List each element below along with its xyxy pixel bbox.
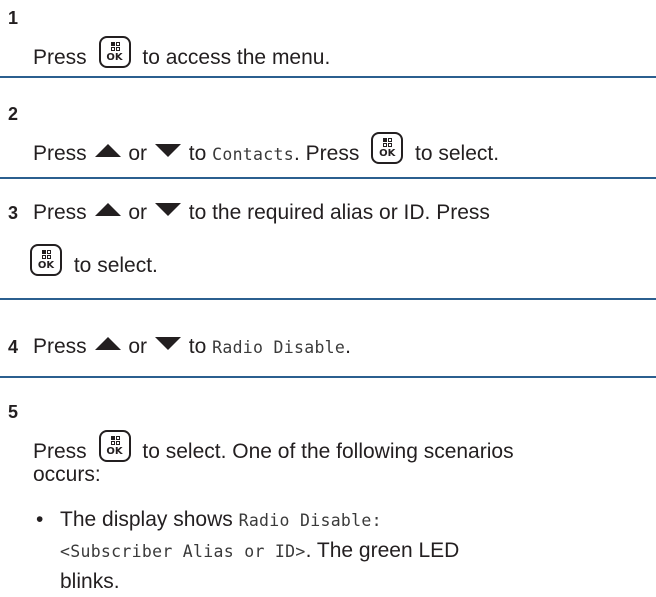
step-number: 5 xyxy=(8,402,19,422)
bullet-text: The display shows xyxy=(60,508,233,531)
step-text-press: Press xyxy=(33,201,87,224)
step-text-line2: OK to select. xyxy=(30,244,654,281)
step-text-line2: occurs: xyxy=(33,460,654,490)
step-text-to: to xyxy=(188,335,207,358)
step-text-rest: to select. xyxy=(415,142,500,165)
step-text-or: or xyxy=(128,201,148,224)
step-text-rest: to select. xyxy=(73,254,158,277)
step-text-rest: to access the menu. xyxy=(142,46,331,69)
down-arrow-icon xyxy=(154,203,181,216)
bullet-text: blinks. xyxy=(60,570,120,593)
bullet-icon: • xyxy=(36,508,44,531)
step-text: Press or to the required alias or ID. Pr… xyxy=(33,198,654,228)
menu-ok-key-icon: OK xyxy=(30,244,62,276)
step-text-or: or xyxy=(128,142,148,165)
step-text: Press or to Contacts. Press OK to select… xyxy=(33,132,654,170)
step-number: 4 xyxy=(8,337,19,357)
bullet-line3: blinks. xyxy=(60,567,650,597)
procedure-page: 1 Press OK to access the menu. 2 Press o… xyxy=(0,0,656,595)
step-text: Press OK to access the menu. xyxy=(33,36,654,73)
step-divider xyxy=(0,298,656,300)
step-text: Press or to Radio Disable. xyxy=(33,332,654,363)
display-text: <Subscriber Alias or ID> xyxy=(60,542,306,561)
step-number: 3 xyxy=(8,203,19,223)
menu-ok-key-icon: OK xyxy=(98,430,131,462)
step-text-or: or xyxy=(128,335,148,358)
menu-item-radio-disable: Radio Disable xyxy=(212,338,346,357)
menu-item-contacts: Contacts xyxy=(212,145,294,164)
up-arrow-icon xyxy=(94,337,121,350)
display-text: Radio Disable: xyxy=(238,511,382,530)
menu-ok-key-icon: OK xyxy=(98,36,131,68)
step-number: 1 xyxy=(8,8,19,28)
step-text-to: to xyxy=(188,142,207,165)
step-divider xyxy=(0,376,656,378)
up-arrow-icon xyxy=(94,144,121,157)
bullet-text: . The green LED xyxy=(305,539,460,562)
step-text-rest: to the required alias or ID. Press xyxy=(188,201,490,224)
step-text-press: Press xyxy=(33,142,87,165)
period: . xyxy=(345,335,351,358)
step-number: 2 xyxy=(8,104,19,124)
step-text-occurs: occurs: xyxy=(33,463,101,486)
step-text-press: . Press xyxy=(293,142,360,165)
down-arrow-icon xyxy=(154,144,181,157)
step-text-press: Press xyxy=(33,46,87,69)
step-text-press: Press xyxy=(33,335,87,358)
step-divider xyxy=(0,76,656,78)
scenario-bullet: • The display shows Radio Disable: <Subs… xyxy=(36,505,650,597)
up-arrow-icon xyxy=(94,203,121,216)
bullet-line1: The display shows Radio Disable: xyxy=(60,505,650,536)
bullet-line2: <Subscriber Alias or ID>. The green LED xyxy=(60,536,650,567)
down-arrow-icon xyxy=(154,337,181,350)
step-divider xyxy=(0,177,656,179)
menu-ok-key-icon: OK xyxy=(371,132,404,164)
